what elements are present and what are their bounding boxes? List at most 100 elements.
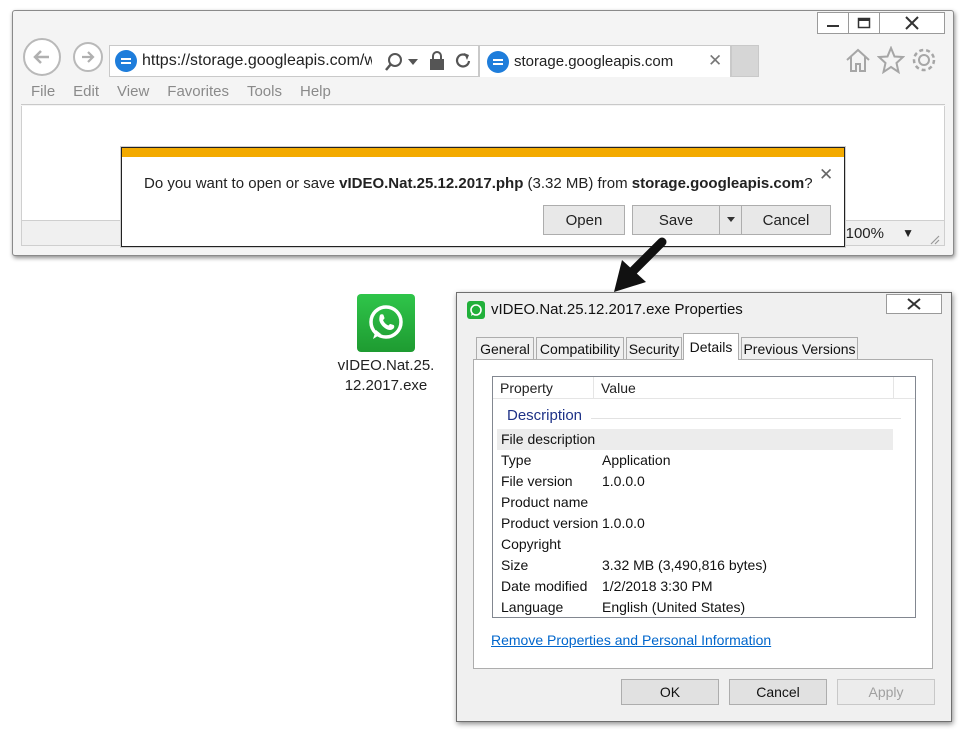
row-value: 1.0.0.0 [602,473,645,489]
back-arrow-icon [33,50,49,64]
row-key: Date modified [501,578,588,594]
remove-properties-link[interactable]: Remove Properties and Personal Informati… [491,632,771,648]
download-prompt-end: ? [804,175,813,192]
window-controls [817,12,945,36]
menu-file[interactable]: File [31,83,55,100]
refresh-icon[interactable] [453,51,473,71]
tab-title: storage.googleapis.com [514,53,674,70]
menu-tools[interactable]: Tools [247,83,282,100]
save-dropdown-button[interactable] [719,205,742,235]
forward-button[interactable] [73,42,103,72]
dialog-close-button[interactable] [886,294,942,314]
whatsapp-icon [369,305,403,339]
open-button[interactable]: Open [543,205,625,235]
cancel-download-button[interactable]: Cancel [741,205,831,235]
row-key: Language [501,599,564,615]
row-key: File description [501,431,596,447]
search-icon[interactable] [384,52,404,72]
column-property[interactable]: Property [500,380,553,396]
zoom-dropdown-icon[interactable]: ▼ [902,226,914,240]
tab-previous-versions[interactable]: Previous Versions [741,337,858,359]
row-key: File version [501,473,573,489]
table-row[interactable]: Copyright [497,534,893,555]
table-row[interactable]: File description [497,429,893,450]
chevron-down-icon [726,217,735,222]
menu-favorites[interactable]: Favorites [167,83,229,100]
favorites-star-icon[interactable] [877,46,905,74]
details-list[interactable]: Property Value Description File descript… [492,376,916,618]
column-separator [893,377,894,399]
details-panel: Property Value Description File descript… [473,359,933,669]
ie-tab-icon [487,51,509,73]
file-label-line1: vIDEO.Nat.25. [337,357,435,374]
menu-view[interactable]: View [117,83,149,100]
download-dialog: Do you want to open or save vIDEO.Nat.25… [121,147,845,247]
download-close-icon[interactable]: ✕ [819,165,833,185]
minimize-icon [827,25,839,27]
row-value: Application [602,452,671,468]
download-file-name: vIDEO.Nat.25.12.2017.php [339,175,524,192]
desktop-file-label[interactable]: vIDEO.Nat.25. 12.2017.exe [328,356,444,396]
back-button[interactable] [23,38,61,76]
tab-compatibility[interactable]: Compatibility [536,337,624,359]
address-url[interactable]: https://storage.googleapis.com/we [142,52,372,70]
row-key: Product name [501,494,589,510]
tab-details[interactable]: Details [683,333,739,360]
group-description: Description [507,407,583,424]
table-row[interactable]: Product version 1.0.0.0 [497,513,893,534]
ok-button[interactable]: OK [621,679,719,705]
download-prompt-text: Do you want to open or save [144,175,340,192]
table-row[interactable]: Date modified 1/2/2018 3:30 PM [497,576,893,597]
tab-close-icon[interactable]: ✕ [708,51,722,71]
pointer-arrow-icon [614,237,667,292]
whatsapp-file-icon[interactable] [357,294,415,352]
table-row[interactable]: Type Application [497,450,893,471]
table-row[interactable]: Size 3.32 MB (3,490,816 bytes) [497,555,893,576]
table-row[interactable]: Product name [497,492,893,513]
row-key: Type [501,452,532,468]
restore-button[interactable] [848,12,880,34]
close-icon [905,16,919,30]
dropdown-arrow-icon[interactable] [407,57,419,67]
forward-arrow-icon [82,51,95,63]
table-row[interactable]: File version 1.0.0.0 [497,471,893,492]
row-key: Copyright [501,536,561,552]
dialog-title: vIDEO.Nat.25.12.2017.exe Properties [491,301,743,318]
table-row[interactable]: Language English (United States) [497,597,893,617]
column-separator [593,377,594,399]
new-tab-button[interactable] [731,45,759,77]
file-label-line2: 12.2017.exe [344,377,428,394]
whatsapp-small-icon [467,301,485,319]
group-divider [591,418,901,419]
settings-gear-icon[interactable] [910,46,938,74]
address-bar[interactable]: https://storage.googleapis.com/we [109,45,479,77]
properties-dialog: vIDEO.Nat.25.12.2017.exe Properties Gene… [456,292,952,722]
home-icon[interactable] [844,47,872,73]
row-value: 3.32 MB (3,490,816 bytes) [602,557,767,573]
row-key: Product version [501,515,599,531]
tab-general[interactable]: General [476,337,534,359]
menu-edit[interactable]: Edit [73,83,99,100]
row-key: Size [501,557,529,573]
row-value: 1/2/2018 3:30 PM [602,578,713,594]
menu-help[interactable]: Help [300,83,331,100]
ie-site-icon [115,50,137,72]
tab-storage[interactable]: storage.googleapis.com ✕ [479,45,731,77]
save-button[interactable]: Save [632,205,720,235]
menu-bar: File Edit View Favorites Tools Help [21,79,945,105]
whatsapp-icon [470,304,482,316]
zoom-level[interactable]: 100% [846,225,884,242]
lock-icon[interactable] [429,51,445,71]
close-button[interactable] [879,12,945,34]
row-value: 1.0.0.0 [602,515,645,531]
minimize-button[interactable] [817,12,849,34]
tab-security[interactable]: Security [626,337,682,359]
close-icon [907,298,921,310]
cancel-button[interactable]: Cancel [729,679,827,705]
resize-grip-icon[interactable] [928,233,940,245]
column-value[interactable]: Value [601,380,636,396]
download-source: storage.googleapis.com [631,175,805,192]
apply-button[interactable]: Apply [837,679,935,705]
row-value: English (United States) [602,599,746,615]
download-message: Do you want to open or save vIDEO.Nat.25… [144,175,813,192]
